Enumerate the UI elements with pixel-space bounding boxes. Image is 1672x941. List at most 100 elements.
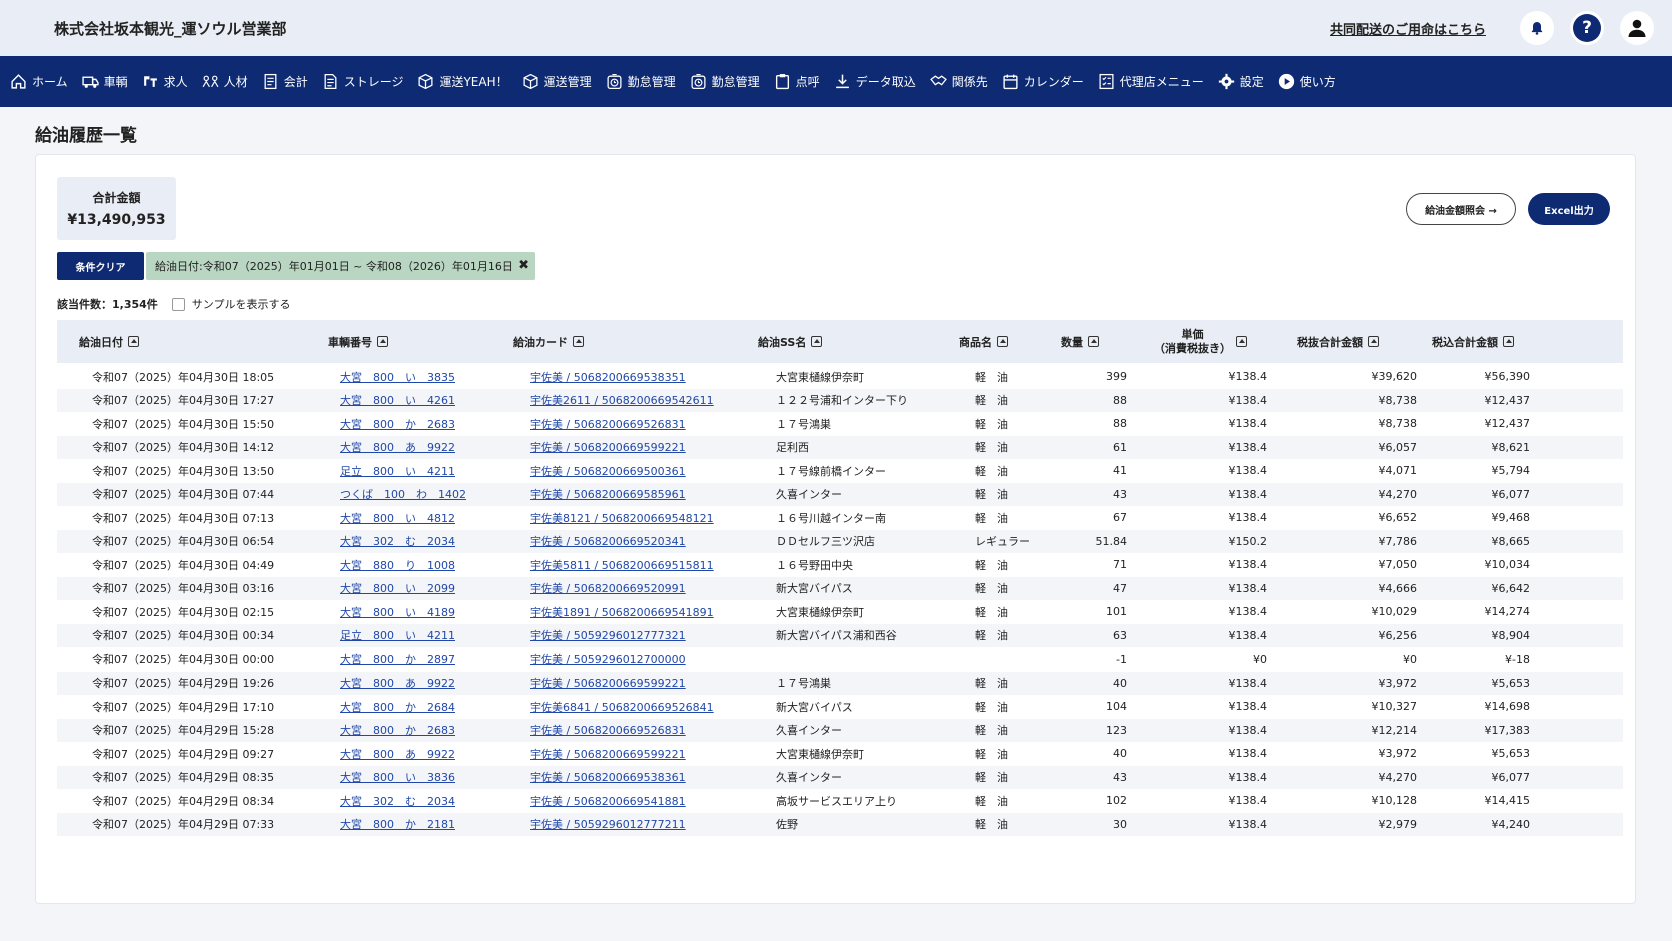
cell-vehicle-number[interactable]: 足立 800 い 4211	[340, 624, 500, 648]
close-icon[interactable]: ✖	[518, 258, 529, 273]
cell-station-name: 大宮東樋線伊奈町	[776, 605, 864, 619]
nav-item-label: カレンダー	[1023, 75, 1084, 89]
nav-item-0[interactable]: ホーム	[10, 73, 68, 90]
cell-vehicle-number[interactable]: 大宮 302 む 2034	[340, 789, 500, 813]
cell-vehicle-number[interactable]: 大宮 800 い 4189	[340, 600, 500, 624]
nav-item-10[interactable]: 点呼	[774, 73, 820, 90]
cell-fuel-card[interactable]: 宇佐美 / 5068200669520341	[530, 530, 760, 554]
col-unit-price[interactable]: 単価 （消費税抜き）	[1154, 320, 1247, 363]
agency-icon	[1099, 73, 1114, 90]
cell-fuel-card[interactable]: 宇佐美 / 5068200669585961	[530, 483, 760, 507]
nav-item-3[interactable]: 人材	[202, 73, 248, 90]
cell-fuel-card[interactable]: 宇佐美 / 5068200669538361	[530, 766, 760, 790]
cell-vehicle-number[interactable]: 大宮 800 い 4812	[340, 506, 500, 530]
cell-vehicle-number[interactable]: つくば 100 わ 1402	[340, 483, 500, 507]
cell-vehicle-number[interactable]: 大宮 800 あ 9922	[340, 742, 500, 766]
cell-quantity: 40	[1113, 747, 1127, 761]
nav-item-2[interactable]: 求人	[142, 73, 188, 90]
cell-fuel-card[interactable]: 宇佐美 / 5059296012777321	[530, 624, 760, 648]
cell-fuel-date: 令和07（2025）年04月29日 08:34	[92, 794, 275, 808]
cell-vehicle-number[interactable]: 大宮 800 か 2683	[340, 412, 500, 436]
nav-item-5[interactable]: ストレージ	[322, 73, 403, 90]
cell-fuel-card[interactable]: 宇佐美 / 5068200669538351	[530, 365, 760, 389]
result-count-row: 該当件数：1,354件 サンプルを表示する	[57, 296, 290, 312]
cell-fuel-date: 令和07（2025）年04月30日 00:00	[92, 653, 275, 667]
show-sample-checkbox[interactable]	[171, 297, 185, 311]
nav-item-16[interactable]: 使い方	[1278, 73, 1336, 90]
col-product-name[interactable]: 商品名	[959, 320, 1008, 363]
cell-fuel-card[interactable]: 宇佐美1891 / 5068200669541891	[530, 600, 760, 624]
cell-product-name: 軽 油	[975, 747, 1008, 761]
nav-item-12[interactable]: 関係先	[929, 73, 988, 90]
cell-fuel-card[interactable]: 宇佐美5811 / 5068200669515811	[530, 553, 760, 577]
cell-total-ex-tax: ¥6,256	[1378, 628, 1418, 642]
excel-export-button[interactable]: Excel出力	[1528, 193, 1610, 225]
cell-fuel-card[interactable]: 宇佐美 / 5068200669599221	[530, 672, 760, 696]
cell-vehicle-number[interactable]: 大宮 800 あ 9922	[340, 672, 500, 696]
cell-vehicle-number[interactable]: 大宮 800 い 4261	[340, 389, 500, 413]
col-vehicle-number[interactable]: 車輌番号	[328, 320, 388, 363]
cell-fuel-date: 令和07（2025）年04月30日 15:50	[92, 417, 275, 431]
nav-item-7[interactable]: 運送管理	[522, 73, 592, 90]
clear-conditions-button[interactable]: 条件クリア	[57, 252, 144, 280]
col-total-inc-tax[interactable]: 税込合計金額	[1432, 320, 1514, 363]
cell-vehicle-number[interactable]: 大宮 800 い 3836	[340, 766, 500, 790]
cell-vehicle-number[interactable]: 大宮 800 い 3835	[340, 365, 500, 389]
col-quantity[interactable]: 数量	[1061, 320, 1099, 363]
cell-fuel-date: 令和07（2025）年04月30日 03:16	[92, 582, 275, 596]
cell-fuel-card[interactable]: 宇佐美 / 5059296012700000	[530, 647, 760, 672]
nav-item-13[interactable]: カレンダー	[1002, 73, 1084, 90]
table-row: 令和07（2025）年04月29日 08:34 大宮 302 む 2034 宇佐美 …	[57, 789, 1623, 813]
nav-item-11[interactable]: データ取込	[834, 73, 916, 90]
table-header: 給油日付 車輌番号 給油カード 給油SS名 商品名 数量 単価 （消費税抜き） …	[57, 320, 1623, 363]
nav-item-14[interactable]: 代理店メニュー	[1098, 73, 1204, 90]
account-button[interactable]	[1620, 11, 1654, 45]
cell-fuel-card[interactable]: 宇佐美 / 5068200669520991	[530, 577, 760, 601]
col-fuel-card[interactable]: 給油カード	[513, 320, 584, 363]
cell-vehicle-number[interactable]: 大宮 302 む 2034	[340, 530, 500, 554]
kyodo-delivery-link[interactable]: 共同配送のご用命はこちら	[1330, 19, 1486, 38]
cell-vehicle-number[interactable]: 大宮 800 か 2897	[340, 647, 500, 672]
cell-fuel-card[interactable]: 宇佐美6841 / 5068200669526841	[530, 695, 760, 719]
nav-item-15[interactable]: 設定	[1218, 73, 1264, 90]
cell-fuel-card[interactable]: 宇佐美 / 5068200669526831	[530, 412, 760, 436]
col-station-name[interactable]: 給油SS名	[758, 320, 823, 363]
cell-vehicle-number[interactable]: 大宮 880 り 1008	[340, 553, 500, 577]
cell-station-name: 高坂サービスエリア上り	[776, 794, 897, 808]
cell-fuel-card[interactable]: 宇佐美 / 5068200669599221	[530, 742, 760, 766]
cell-vehicle-number[interactable]: 大宮 800 い 2099	[340, 577, 500, 601]
cell-vehicle-number[interactable]: 大宮 800 か 2181	[340, 813, 500, 837]
cell-quantity: 399	[1106, 370, 1127, 384]
table-row: 令和07（2025）年04月30日 00:34 足立 800 い 4211 宇佐美 …	[57, 623, 1623, 648]
col-fuel-date[interactable]: 給油日付	[79, 320, 139, 363]
cell-fuel-date: 令和07（2025）年04月30日 00:34	[92, 629, 275, 643]
cell-vehicle-number[interactable]: 足立 800 い 4211	[340, 459, 500, 483]
cell-fuel-card[interactable]: 宇佐美 / 5068200669500361	[530, 459, 760, 483]
cell-fuel-card[interactable]: 宇佐美 / 5068200669526831	[530, 719, 760, 743]
content-panel: 合計金額 ¥13,490,953 給油金額照会 → Excel出力 条件クリア …	[35, 154, 1636, 904]
col-total-ex-tax[interactable]: 税抜合計金額	[1297, 320, 1379, 363]
nav-item-8[interactable]: 勤怠管理	[606, 73, 676, 90]
cell-vehicle-number[interactable]: 大宮 800 あ 9922	[340, 436, 500, 460]
notification-button[interactable]	[1520, 11, 1554, 45]
nav-item-4[interactable]: 会計	[262, 73, 308, 90]
cell-fuel-card[interactable]: 宇佐美8121 / 5068200669548121	[530, 506, 760, 530]
cell-fuel-card[interactable]: 宇佐美 / 5068200669599221	[530, 436, 760, 460]
cell-fuel-card[interactable]: 宇佐美2611 / 5068200669542611	[530, 389, 760, 413]
cell-vehicle-number[interactable]: 大宮 800 か 2683	[340, 719, 500, 743]
box-icon	[523, 73, 538, 90]
fuel-inquiry-button[interactable]: 給油金額照会 →	[1406, 193, 1516, 225]
table-row: 令和07（2025）年04月29日 08:35 大宮 800 い 3836 宇佐美 …	[57, 765, 1623, 790]
cell-quantity: 71	[1113, 558, 1127, 572]
nav-item-9[interactable]: 勤怠管理	[690, 73, 760, 90]
cell-unit-price: ¥138.4	[1228, 770, 1268, 784]
cell-fuel-card[interactable]: 宇佐美 / 5068200669541881	[530, 789, 760, 813]
cell-fuel-card[interactable]: 宇佐美 / 5059296012777211	[530, 813, 760, 837]
nav-item-1[interactable]: 車輌	[82, 73, 128, 90]
cell-quantity: 47	[1113, 581, 1127, 595]
help-button[interactable]: ?	[1570, 11, 1604, 45]
nav-item-6[interactable]: 運送YEAH！	[417, 73, 508, 90]
cell-unit-price: ¥138.4	[1228, 581, 1268, 595]
cell-vehicle-number[interactable]: 大宮 800 か 2684	[340, 695, 500, 719]
cell-unit-price: ¥138.4	[1228, 723, 1268, 737]
